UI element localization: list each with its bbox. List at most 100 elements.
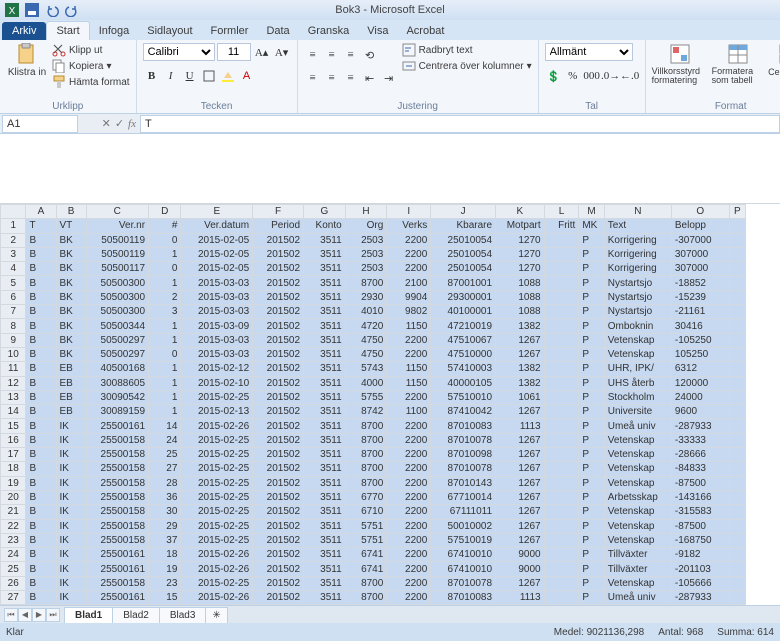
- cell[interactable]: 3511: [304, 490, 346, 504]
- cell[interactable]: [544, 490, 579, 504]
- cell[interactable]: B: [26, 548, 56, 562]
- cell[interactable]: IK: [56, 490, 86, 504]
- cell[interactable]: [544, 448, 579, 462]
- cell[interactable]: P: [579, 548, 604, 562]
- cell[interactable]: 25500161: [86, 419, 148, 433]
- cell[interactable]: 2015-02-25: [181, 433, 253, 447]
- cell[interactable]: T: [26, 219, 56, 233]
- cell[interactable]: 87001001: [431, 276, 496, 290]
- cell[interactable]: B: [26, 533, 56, 547]
- cell[interactable]: B: [26, 519, 56, 533]
- cell[interactable]: Verks: [387, 219, 431, 233]
- comma-button[interactable]: 000: [583, 67, 601, 85]
- cell[interactable]: 3: [149, 305, 181, 319]
- cell[interactable]: BK: [56, 262, 86, 276]
- cell[interactable]: 2015-02-25: [181, 490, 253, 504]
- cell[interactable]: 1113: [496, 419, 545, 433]
- cell[interactable]: P: [579, 476, 604, 490]
- cell[interactable]: [544, 591, 579, 605]
- row-header[interactable]: 10: [1, 347, 26, 361]
- cell[interactable]: 25500158: [86, 462, 148, 476]
- cell[interactable]: 6741: [345, 548, 387, 562]
- row-header[interactable]: 12: [1, 376, 26, 390]
- cell[interactable]: Nystartsjo: [604, 290, 671, 304]
- paste-button[interactable]: Klistra in: [6, 43, 48, 78]
- cell[interactable]: B: [26, 405, 56, 419]
- decrease-font-button[interactable]: A▾: [273, 43, 291, 61]
- cell[interactable]: 201502: [253, 576, 304, 590]
- cell[interactable]: -9182: [671, 548, 729, 562]
- cell[interactable]: B: [26, 448, 56, 462]
- cell[interactable]: 201502: [253, 490, 304, 504]
- cell[interactable]: 23: [149, 576, 181, 590]
- cell[interactable]: 201502: [253, 333, 304, 347]
- cell[interactable]: 201502: [253, 591, 304, 605]
- cell[interactable]: 3511: [304, 305, 346, 319]
- cell[interactable]: 67111011: [431, 505, 496, 519]
- bold-button[interactable]: B: [143, 67, 161, 85]
- tab-data[interactable]: Data: [257, 22, 298, 40]
- cell[interactable]: -201103: [671, 562, 729, 576]
- cell[interactable]: 8700: [345, 476, 387, 490]
- cell[interactable]: 4750: [345, 333, 387, 347]
- cell[interactable]: [544, 462, 579, 476]
- row-header[interactable]: 18: [1, 462, 26, 476]
- col-header[interactable]: G: [304, 205, 346, 219]
- row-header[interactable]: 16: [1, 433, 26, 447]
- cell[interactable]: 37: [149, 533, 181, 547]
- cell[interactable]: UHR, IPK/: [604, 362, 671, 376]
- cell[interactable]: 1267: [496, 433, 545, 447]
- cell[interactable]: P: [579, 376, 604, 390]
- cell[interactable]: 201502: [253, 519, 304, 533]
- cell[interactable]: [544, 548, 579, 562]
- cell[interactable]: P: [579, 362, 604, 376]
- cell[interactable]: [729, 262, 745, 276]
- cell[interactable]: 27: [149, 462, 181, 476]
- cell[interactable]: 2200: [387, 519, 431, 533]
- cell[interactable]: 0: [149, 262, 181, 276]
- row-header[interactable]: 19: [1, 476, 26, 490]
- cell[interactable]: B: [26, 233, 56, 247]
- cell[interactable]: 201502: [253, 462, 304, 476]
- cell[interactable]: 3511: [304, 233, 346, 247]
- cell[interactable]: 2930: [345, 290, 387, 304]
- cell[interactable]: 1: [149, 247, 181, 261]
- cell[interactable]: 201502: [253, 362, 304, 376]
- cell[interactable]: 201502: [253, 247, 304, 261]
- cell[interactable]: P: [579, 347, 604, 361]
- cell[interactable]: 24000: [671, 390, 729, 404]
- cell[interactable]: Tillväxter: [604, 548, 671, 562]
- cell[interactable]: 1382: [496, 362, 545, 376]
- cell[interactable]: 3511: [304, 405, 346, 419]
- row-header[interactable]: 4: [1, 262, 26, 276]
- cell[interactable]: 201502: [253, 319, 304, 333]
- cell[interactable]: 29: [149, 519, 181, 533]
- cell[interactable]: 2015-02-05: [181, 233, 253, 247]
- cell[interactable]: B: [26, 390, 56, 404]
- cell[interactable]: [544, 576, 579, 590]
- cell[interactable]: 9600: [671, 405, 729, 419]
- cell[interactable]: VT: [56, 219, 86, 233]
- decrease-indent-button[interactable]: ⇤: [361, 69, 379, 87]
- cell[interactable]: -18852: [671, 276, 729, 290]
- cell[interactable]: 1267: [496, 505, 545, 519]
- cell[interactable]: 4720: [345, 319, 387, 333]
- cell[interactable]: 201502: [253, 262, 304, 276]
- cell[interactable]: -315583: [671, 505, 729, 519]
- cell[interactable]: 1088: [496, 276, 545, 290]
- cell[interactable]: Belopp: [671, 219, 729, 233]
- format-painter-button[interactable]: Hämta format: [52, 75, 130, 89]
- cell[interactable]: 2015-02-25: [181, 476, 253, 490]
- cell[interactable]: 3511: [304, 362, 346, 376]
- enter-icon[interactable]: ✓: [115, 117, 124, 130]
- cell[interactable]: -15239: [671, 290, 729, 304]
- cell[interactable]: IK: [56, 505, 86, 519]
- cell[interactable]: 4010: [345, 305, 387, 319]
- cell[interactable]: -307000: [671, 233, 729, 247]
- cell[interactable]: Tillväxter: [604, 562, 671, 576]
- cell[interactable]: P: [579, 462, 604, 476]
- cell[interactable]: 1150: [387, 376, 431, 390]
- cell[interactable]: 2200: [387, 390, 431, 404]
- col-header[interactable]: J: [431, 205, 496, 219]
- cell[interactable]: P: [579, 290, 604, 304]
